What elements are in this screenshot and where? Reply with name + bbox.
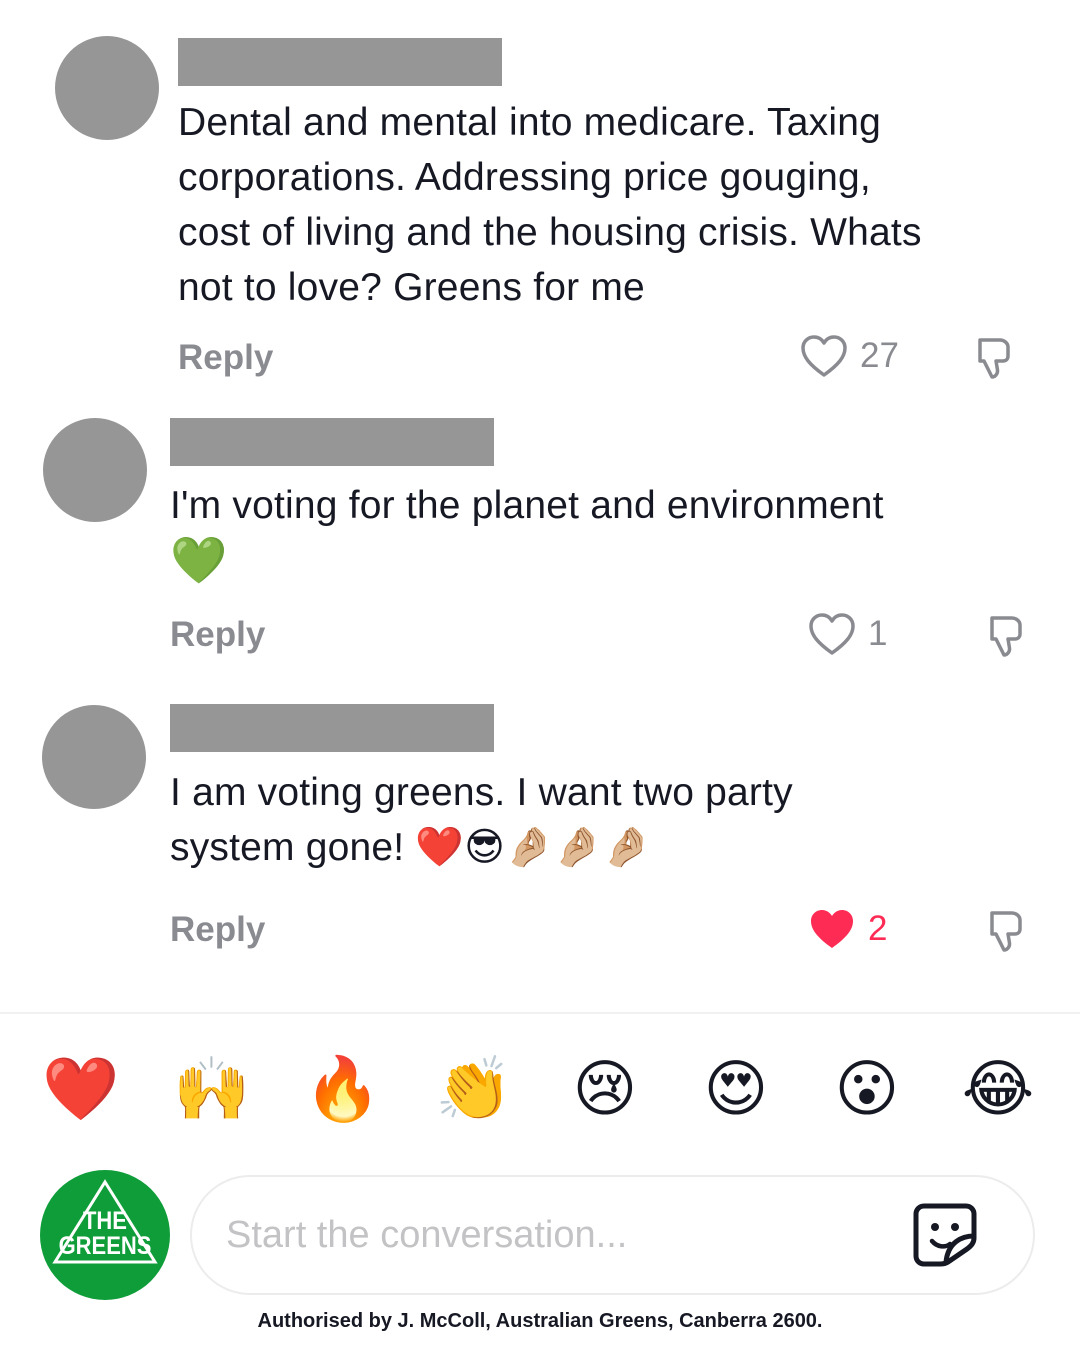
reply-button[interactable]: Reply (178, 338, 273, 378)
like-button[interactable]: 1 (808, 612, 887, 656)
dislike-icon[interactable] (978, 612, 1026, 660)
reaction-crying[interactable]: 😢 (565, 1050, 645, 1130)
quick-reaction-bar: ❤️ 🙌 🔥 👏 😢 😍 😮 😂 (0, 1050, 1080, 1130)
dislike-icon[interactable] (978, 907, 1026, 955)
reaction-clap[interactable]: 👏 (434, 1050, 514, 1130)
heart-outline-icon (809, 613, 855, 655)
heart-outline-icon (801, 335, 847, 377)
reaction-heart[interactable]: ❤️ (41, 1050, 121, 1130)
reply-button[interactable]: Reply (170, 615, 265, 655)
dislike-icon[interactable] (966, 334, 1014, 382)
like-count: 27 (860, 336, 899, 375)
reaction-fire[interactable]: 🔥 (303, 1050, 383, 1130)
avatar[interactable] (42, 705, 146, 809)
avatar[interactable] (55, 36, 159, 140)
like-count: 1 (868, 614, 888, 653)
comment-input[interactable] (226, 1205, 906, 1265)
comment-text: I am voting greens. I want two party sys… (170, 771, 793, 869)
like-button[interactable]: 27 (800, 334, 899, 378)
redacted-username[interactable] (170, 704, 494, 752)
sticker-icon[interactable] (912, 1202, 978, 1268)
reply-button[interactable]: Reply (170, 910, 265, 950)
greens-logo-avatar[interactable]: THE GREENS (40, 1170, 170, 1300)
reaction-raised-hands[interactable]: 🙌 (172, 1050, 252, 1130)
like-count: 2 (868, 909, 888, 948)
avatar[interactable] (43, 418, 147, 522)
authorisation-footer: Authorised by J. McColl, Australian Gree… (257, 1310, 823, 1332)
logo-line2: GREENS (59, 1233, 152, 1261)
divider (0, 1012, 1080, 1014)
reaction-laughing[interactable]: 😂 (958, 1050, 1038, 1130)
logo-line1: THE (83, 1208, 127, 1236)
like-button[interactable]: 2 (808, 907, 887, 951)
comment-text: Dental and mental into medicare. Taxing … (178, 101, 922, 309)
redacted-username[interactable] (178, 38, 502, 86)
heart-filled-icon (811, 910, 853, 948)
reaction-heart-eyes[interactable]: 😍 (696, 1050, 776, 1130)
comment-text: I'm voting for the planet and environmen… (170, 484, 884, 586)
redacted-username[interactable] (170, 418, 494, 466)
greens-triangle-logo-icon: THE GREENS (52, 1179, 158, 1264)
comment-input-container (190, 1175, 1035, 1295)
reaction-surprised[interactable]: 😮 (827, 1050, 907, 1130)
